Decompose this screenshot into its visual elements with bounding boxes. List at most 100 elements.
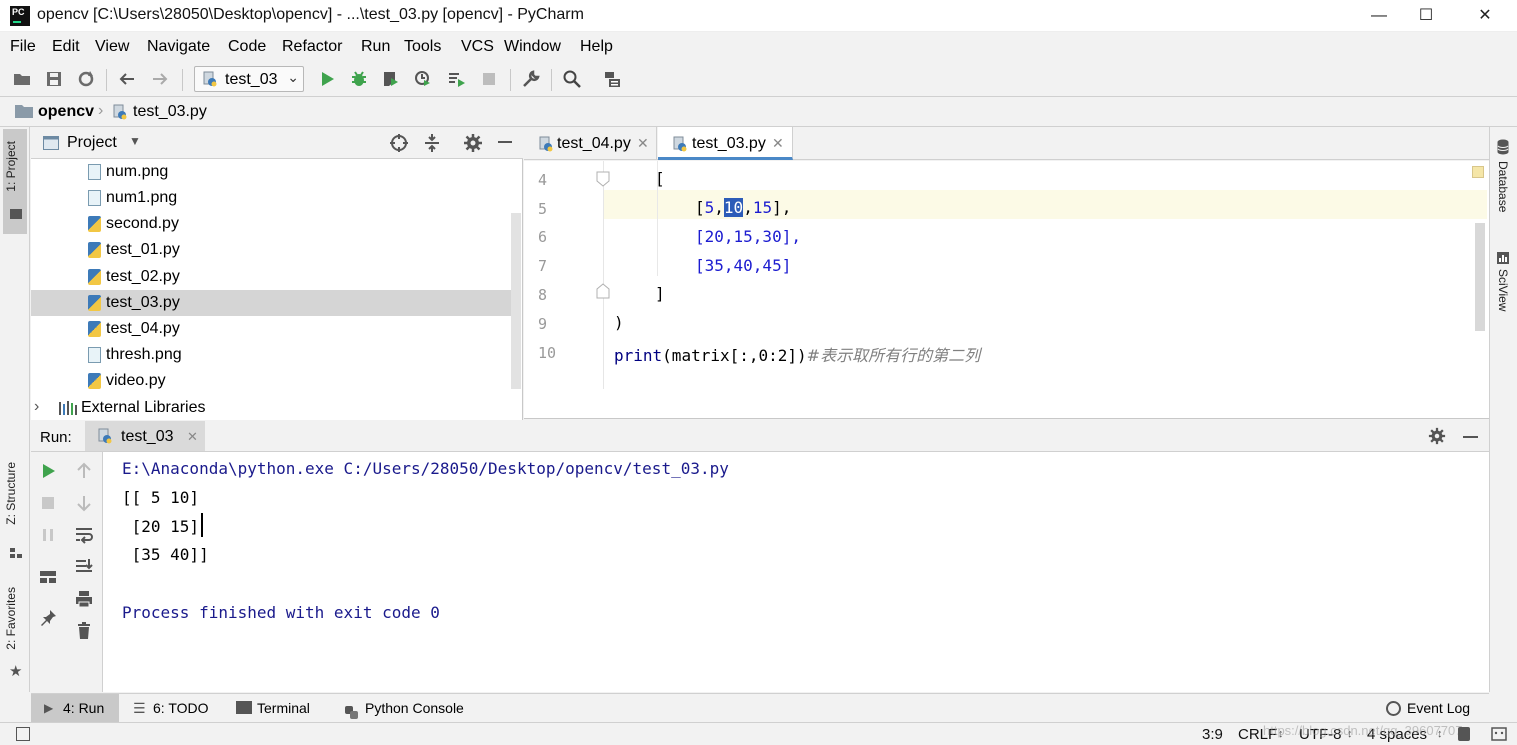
project-panel-title[interactable]: Project — [67, 134, 117, 152]
tab-test-03-active[interactable]: test_03.py ✕ — [658, 127, 793, 160]
list-item[interactable]: test_01.py — [31, 237, 511, 263]
restore-layout-icon[interactable] — [38, 567, 58, 587]
menu-navigate[interactable]: Navigate — [147, 38, 210, 56]
trash-icon[interactable] — [74, 621, 94, 641]
hide-panel-icon[interactable] — [1463, 436, 1478, 438]
search-icon[interactable] — [562, 69, 582, 89]
back-arrow-icon[interactable] — [117, 69, 137, 89]
tab-test-04[interactable]: test_04.py ✕ — [524, 127, 657, 160]
gear-icon[interactable] — [463, 133, 483, 153]
pause-icon[interactable] — [38, 525, 58, 545]
chevron-right-icon[interactable]: › — [34, 398, 39, 416]
lock-icon[interactable] — [1458, 727, 1470, 741]
stop-icon[interactable] — [38, 493, 58, 513]
menu-file[interactable]: File — [10, 38, 36, 56]
tool-tab-project[interactable]: 1: Project — [4, 141, 18, 192]
scroll-to-end-icon[interactable] — [74, 557, 94, 577]
tool-tab-terminal[interactable]: Terminal — [236, 694, 331, 722]
down-arrow-icon[interactable] — [74, 493, 94, 513]
debug-icon[interactable] — [349, 69, 369, 89]
maximize-icon[interactable]: ☐ — [1403, 0, 1449, 32]
tool-tab-database[interactable]: Database — [1496, 161, 1510, 212]
menu-tools[interactable]: Tools — [404, 38, 441, 56]
print-icon[interactable] — [74, 589, 94, 609]
code-token: 5 — [704, 198, 715, 217]
pin-icon[interactable] — [38, 608, 58, 628]
todo-list-icon: ☰ — [133, 700, 146, 716]
close-tab-icon[interactable]: ✕ — [187, 429, 198, 445]
locate-target-icon[interactable] — [389, 133, 409, 153]
list-item[interactable]: num1.png — [31, 185, 511, 211]
menu-help[interactable]: Help — [580, 38, 613, 56]
profile-icon[interactable] — [413, 69, 433, 89]
close-icon[interactable]: ✕ — [1462, 0, 1508, 32]
vcs-operations-icon[interactable] — [603, 69, 623, 89]
run-tab-test-03[interactable]: test_03 ✕ — [85, 421, 205, 451]
minimize-icon[interactable]: — — [1356, 0, 1402, 32]
run-icon[interactable] — [317, 69, 337, 89]
console-line: [[ 5 10] — [122, 488, 200, 507]
menu-edit[interactable]: Edit — [52, 38, 80, 56]
dropdown-arrow-icon[interactable]: ▼ — [129, 134, 141, 148]
code-token: [ — [695, 198, 705, 217]
menu-code[interactable]: Code — [228, 38, 266, 56]
soft-wrap-icon[interactable] — [74, 525, 94, 545]
list-item[interactable]: video.py — [31, 368, 511, 394]
tool-tab-run[interactable]: ▶ 4: Run — [31, 694, 119, 722]
menu-run[interactable]: Run — [361, 38, 390, 56]
inspector-face-icon[interactable] — [1491, 727, 1507, 741]
list-item-selected[interactable]: test_03.py — [31, 290, 511, 316]
menu-bar: File Edit View Navigate Code Refactor Ru… — [0, 33, 1517, 61]
python-file-icon — [112, 104, 128, 120]
settings-wrench-icon[interactable] — [521, 69, 541, 89]
event-log-icon — [1386, 701, 1401, 716]
breadcrumb-separator-icon: › — [98, 102, 104, 119]
tool-tab-python-console[interactable]: Python Console — [344, 694, 484, 722]
fold-marker-icon[interactable] — [596, 283, 610, 299]
code-editor[interactable]: 4 5 6 7 8 9 10 [ [5,10,15], [20,15,30], … — [524, 161, 1489, 419]
stop-icon[interactable] — [479, 69, 499, 89]
breadcrumb-project[interactable]: opencv — [38, 103, 94, 121]
list-item[interactable]: test_04.py — [31, 316, 511, 342]
menu-vcs[interactable]: VCS — [461, 38, 494, 56]
caret-position[interactable]: 3:9 — [1202, 726, 1223, 743]
breadcrumb: opencv › test_03.py — [0, 98, 1517, 127]
external-libraries-node[interactable]: › External Libraries — [31, 395, 511, 421]
open-folder-icon[interactable] — [12, 69, 32, 89]
hide-panel-icon[interactable] — [498, 141, 512, 143]
menu-window[interactable]: Window — [504, 38, 561, 56]
status-bar: 3:9 CRLF ↕ UTF-8 ↕ 4 spaces ↕ https://bl… — [0, 722, 1517, 745]
collapse-all-icon[interactable] — [422, 133, 442, 153]
gear-icon[interactable] — [1428, 427, 1446, 445]
menu-refactor[interactable]: Refactor — [282, 38, 342, 56]
tool-tab-favorites[interactable]: 2: Favorites — [4, 587, 18, 650]
project-panel: Project ▼ num.png num1.png second.py tes… — [31, 127, 523, 420]
rerun-icon[interactable] — [38, 461, 58, 481]
save-icon[interactable] — [44, 69, 64, 89]
bottom-tool-tabs: ▶ 4: Run ☰ 6: TODO Terminal Python Conso… — [31, 693, 1489, 722]
tool-tab-sciview[interactable]: SciView — [1496, 269, 1510, 311]
forward-arrow-icon[interactable] — [150, 69, 170, 89]
run-configuration-dropdown[interactable]: test_03 ⌄ — [194, 66, 304, 92]
scrollbar[interactable] — [1475, 223, 1485, 331]
sync-icon[interactable] — [76, 69, 96, 89]
close-tab-icon[interactable]: ✕ — [772, 135, 784, 152]
close-tab-icon[interactable]: ✕ — [637, 135, 649, 152]
list-item[interactable]: num.png — [31, 159, 511, 185]
list-item[interactable]: test_02.py — [31, 264, 511, 290]
scrollbar[interactable] — [511, 213, 521, 389]
fold-marker-icon[interactable] — [596, 171, 610, 187]
run-with-coverage-icon[interactable] — [381, 69, 401, 89]
toggle-tool-windows-icon[interactable] — [16, 727, 30, 741]
list-item[interactable]: second.py — [31, 211, 511, 237]
breadcrumb-file[interactable]: test_03.py — [133, 103, 207, 121]
inspection-status-icon[interactable] — [1472, 166, 1484, 178]
tool-tab-structure[interactable]: Z: Structure — [4, 462, 18, 525]
tool-tab-todo[interactable]: ☰ 6: TODO — [133, 694, 223, 722]
file-name: test_02.py — [106, 268, 180, 285]
menu-view[interactable]: View — [95, 38, 129, 56]
list-item[interactable]: thresh.png — [31, 342, 511, 368]
tool-tab-event-log[interactable]: Event Log — [1386, 694, 1486, 722]
concurrency-diagram-icon[interactable] — [447, 69, 467, 89]
up-arrow-icon[interactable] — [74, 461, 94, 481]
